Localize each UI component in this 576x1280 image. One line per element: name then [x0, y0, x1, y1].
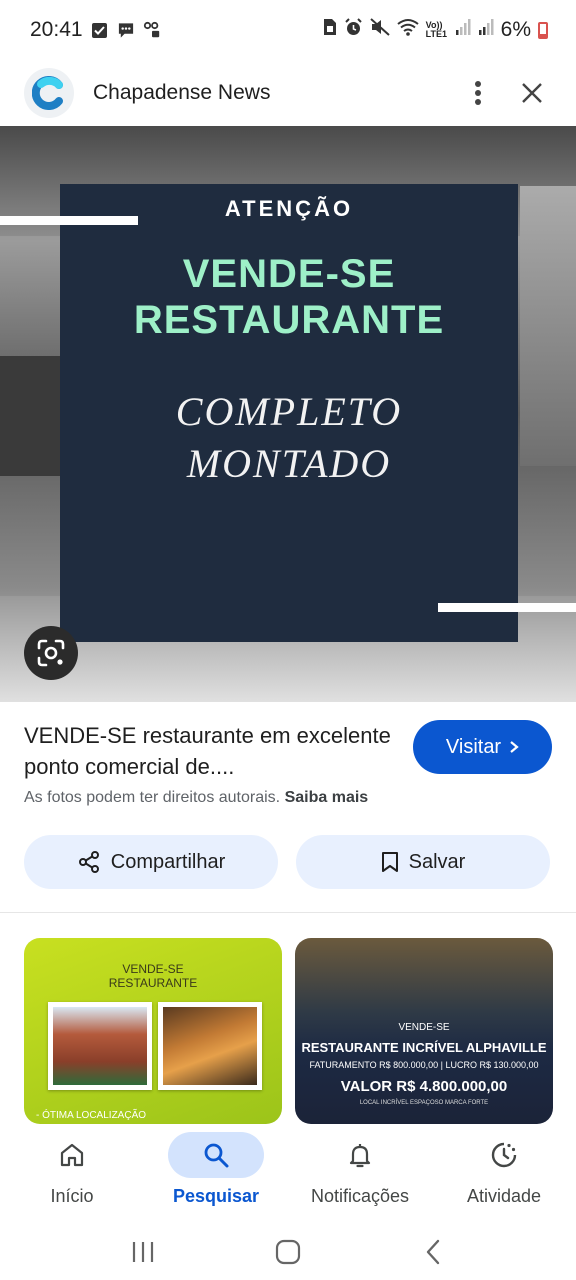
nav-atividade-icon-wrap	[456, 1132, 552, 1178]
hero-atencao: ATENÇÃO	[224, 196, 354, 221]
bookmark-icon	[381, 852, 398, 872]
app-header: Chapadense News	[0, 60, 576, 126]
close-button[interactable]	[512, 73, 552, 113]
card2-line5: LOCAL INCRÍVEL ESPAÇOSO MARCA FORTE	[359, 1100, 489, 1106]
nav-inicio[interactable]: Início	[0, 1124, 144, 1224]
battery-percent: 6%	[500, 18, 531, 41]
nav-notificacoes-icon-wrap	[312, 1132, 408, 1178]
lens-button[interactable]	[24, 626, 78, 680]
back-icon	[427, 1239, 440, 1265]
home-icon	[60, 1143, 84, 1167]
nav-pesquisar[interactable]: Pesquisar	[144, 1124, 288, 1224]
search-icon	[204, 1143, 229, 1168]
hero-image[interactable]: ATENÇÃO VENDE-SE RESTAURANTE COMPLETO MO…	[0, 126, 576, 702]
vpn-notification-icon	[143, 21, 161, 39]
recent-apps-icon	[132, 1242, 153, 1262]
save-label: Salvar	[408, 850, 466, 873]
activity-icon	[491, 1142, 517, 1168]
nav-pesquisar-label: Pesquisar	[172, 1186, 260, 1206]
card1-photo-2	[158, 1002, 262, 1090]
learn-more-link[interactable]: Saiba mais	[285, 789, 369, 806]
alarm-icon	[344, 17, 363, 43]
home-system-button[interactable]	[268, 1232, 308, 1272]
lens-icon	[37, 639, 65, 667]
share-button[interactable]: Compartilhar	[24, 835, 278, 889]
home-square-icon	[275, 1239, 301, 1265]
more-options-button[interactable]	[458, 73, 498, 113]
visit-button[interactable]: Visitar	[413, 720, 552, 774]
sim-icon	[323, 18, 337, 42]
share-label: Compartilhar	[110, 850, 226, 873]
nav-pesquisar-icon-wrap	[168, 1132, 264, 1178]
wifi-icon	[397, 18, 419, 42]
bell-icon	[349, 1144, 371, 1168]
nav-atividade[interactable]: Atividade	[432, 1124, 576, 1224]
result-title[interactable]: VENDE-SE restaurante em excelente ponto …	[24, 720, 394, 782]
signal-1-icon	[455, 18, 471, 42]
site-logo	[24, 68, 74, 118]
card2-line1: VENDE-SE	[398, 1022, 450, 1033]
card1-line1: VENDE-SE	[122, 962, 184, 976]
site-title[interactable]: Chapadense News	[93, 81, 444, 105]
nav-notificacoes-label: Notificações	[310, 1186, 410, 1206]
card1-line2: RESTAURANTE	[108, 976, 198, 990]
save-button[interactable]: Salvar	[296, 835, 550, 889]
hero-headline-2: RESTAURANTE	[133, 298, 445, 342]
hero-bg-right	[520, 186, 576, 466]
divider	[0, 912, 576, 913]
chat-notification-icon	[117, 21, 135, 39]
related-card-1[interactable]: VENDE-SE RESTAURANTE - ÓTIMA LOCALIZAÇÃO	[24, 938, 282, 1124]
nav-inicio-icon-wrap	[24, 1132, 120, 1178]
hero-headline-1: VENDE-SE	[182, 252, 396, 296]
more-vert-icon	[475, 81, 481, 105]
signal-2-icon	[478, 18, 494, 42]
hero-subline-2: MONTADO	[186, 441, 392, 486]
mute-icon	[369, 18, 390, 42]
copyright-notice: As fotos podem ter direitos autorais. Sa…	[24, 789, 368, 807]
hero-line-right	[438, 603, 576, 612]
card1-footer: - ÓTIMA LOCALIZAÇÃO	[36, 1110, 147, 1121]
share-icon	[78, 851, 99, 873]
copyright-text: As fotos podem ter direitos autorais.	[24, 789, 281, 806]
card2-line2: RESTAURANTE INCRÍVEL ALPHAVILLE	[301, 1040, 547, 1055]
card1-photo-1	[48, 1002, 152, 1090]
bottom-nav: Início Pesquisar Notificações Atividade	[0, 1124, 576, 1224]
nav-atividade-label: Atividade	[466, 1186, 542, 1206]
nav-inicio-label: Início	[50, 1186, 94, 1206]
clock: 20:41	[30, 18, 83, 41]
checkbox-notification-icon	[91, 21, 109, 39]
card2-line3: FATURAMENTO R$ 800.000,00 | LUCRO R$ 130…	[309, 1060, 539, 1070]
network-label: Vo)) LTE1	[425, 20, 447, 39]
nav-notificacoes[interactable]: Notificações	[288, 1124, 432, 1224]
status-right: Vo)) LTE1 6%	[323, 17, 548, 43]
hero-subline-1: COMPLETO	[175, 389, 403, 434]
status-left: 20:41	[30, 18, 161, 42]
back-button[interactable]	[413, 1232, 453, 1272]
card2-line4: VALOR R$ 4.800.000,00	[340, 1078, 508, 1095]
system-nav	[0, 1224, 576, 1280]
related-card-2[interactable]: VENDE-SE RESTAURANTE INCRÍVEL ALPHAVILLE…	[295, 938, 553, 1124]
chapadense-logo-icon	[32, 76, 63, 110]
recent-apps-button[interactable]	[123, 1232, 163, 1272]
visit-label: Visitar	[445, 735, 502, 758]
chevron-right-icon	[510, 741, 519, 753]
close-icon	[522, 83, 542, 103]
battery-icon	[538, 21, 548, 39]
hero-bg-left	[0, 356, 60, 476]
status-bar: 20:41 Vo)) LTE1 6%	[0, 0, 576, 60]
